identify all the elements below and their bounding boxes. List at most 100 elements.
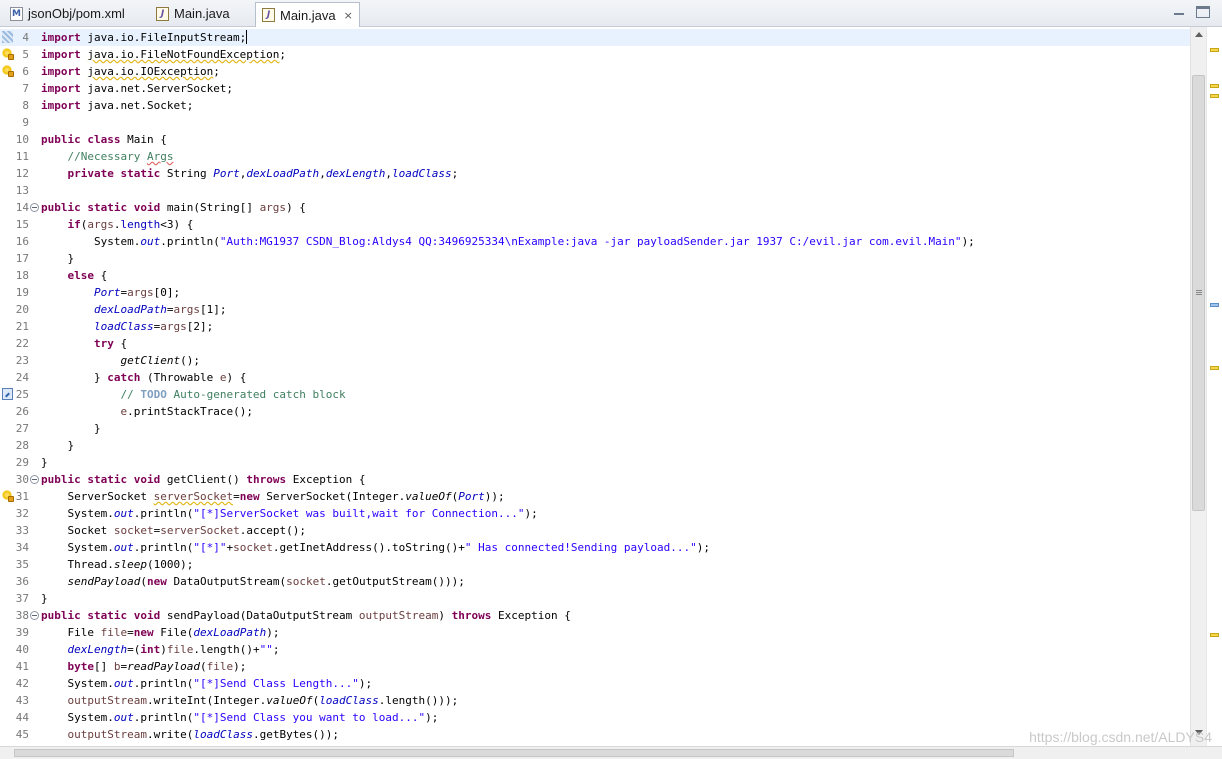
code-token: System. <box>41 677 114 690</box>
code-line[interactable]: 12 private static String Port,dexLoadPat… <box>0 165 1190 182</box>
code-text: System.out.println("[*]Send Class you wa… <box>41 709 438 726</box>
code-line[interactable]: 13 <box>0 182 1190 199</box>
code-text: import java.net.ServerSocket; <box>41 80 233 97</box>
vertical-scrollbar[interactable] <box>1190 27 1206 746</box>
close-tab-icon[interactable]: × <box>344 9 353 22</box>
code-token: File( <box>153 626 194 639</box>
code-line[interactable]: 18 else { <box>0 267 1190 284</box>
code-line[interactable]: 41 byte[] b=readPayload(file); <box>0 658 1190 675</box>
code-line[interactable]: 38 public static void sendPayload(DataOut… <box>0 607 1190 624</box>
warning-marker-icon[interactable] <box>1210 633 1219 637</box>
code-line[interactable]: 7 import java.net.ServerSocket; <box>0 80 1190 97</box>
code-line[interactable]: 23 getClient(); <box>0 352 1190 369</box>
code-line[interactable]: 44 System.out.println("[*]Send Class you… <box>0 709 1190 726</box>
change-marker-icon[interactable] <box>2 31 13 43</box>
maximize-button[interactable] <box>1196 6 1210 18</box>
code-line[interactable]: 20 dexLoadPath=args[1]; <box>0 301 1190 318</box>
code-line[interactable]: 25 // TODO Auto-generated catch block <box>0 386 1190 403</box>
code-text: outputStream.write(loadClass.getBytes())… <box>41 726 340 743</box>
fold-toggle-icon[interactable] <box>30 203 39 212</box>
code-token: sendPayload(DataOutputStream <box>166 609 359 622</box>
code-line[interactable]: 30 public static void getClient() throws … <box>0 471 1190 488</box>
code-text: System.out.println("Auth:MG1937 CSDN_Blo… <box>41 233 975 250</box>
code-token: out <box>140 235 161 248</box>
code-line[interactable]: 42 System.out.println("[*]Send Class Len… <box>0 675 1190 692</box>
tab-main-java-1[interactable]: J Main.java <box>150 2 236 25</box>
tab-main-java-active[interactable]: J Main.java × <box>255 2 360 27</box>
code-line[interactable]: 19 Port=args[0]; <box>0 284 1190 301</box>
tab-pom-xml[interactable]: M jsonObj/pom.xml <box>4 2 131 25</box>
code-token: class <box>87 133 128 146</box>
code-line[interactable]: 29} <box>0 454 1190 471</box>
code-token: out <box>113 711 134 724</box>
code-line[interactable]: 21 loadClass=args[2]; <box>0 318 1190 335</box>
code-line[interactable]: 15 if(args.length<3) { <box>0 216 1190 233</box>
line-number: 14 <box>15 201 29 214</box>
quick-fix-warning-icon[interactable] <box>2 48 14 60</box>
code-line[interactable]: 43 outputStream.writeInt(Integer.valueOf… <box>0 692 1190 709</box>
horizontal-scrollbar[interactable] <box>0 746 1222 759</box>
line-number: 45 <box>15 728 29 741</box>
code-line[interactable]: 16 System.out.println("Auth:MG1937 CSDN_… <box>0 233 1190 250</box>
code-line[interactable]: 28 } <box>0 437 1190 454</box>
code-line[interactable]: 40 dexLength=(int)file.length()+""; <box>0 641 1190 658</box>
code-line[interactable]: 31 ServerSocket serverSocket=new ServerS… <box>0 488 1190 505</box>
code-line[interactable]: 24 } catch (Throwable e) { <box>0 369 1190 386</box>
code-line[interactable]: 22 try { <box>0 335 1190 352</box>
horizontal-scrollbar-thumb[interactable] <box>14 749 1014 757</box>
code-token: throws <box>451 609 492 622</box>
code-token: String <box>166 167 214 180</box>
warning-marker-icon[interactable] <box>1210 366 1219 370</box>
code-editor[interactable]: 4 import java.io.FileInputStream; 5 import … <box>0 27 1222 746</box>
code-token: ; <box>451 167 459 180</box>
code-line[interactable]: 14 public static void main(String[] args)… <box>0 199 1190 216</box>
code-line[interactable]: 4 import java.io.FileInputStream; <box>0 29 1190 46</box>
code-line[interactable]: 11 //Necessary Args <box>0 148 1190 165</box>
code-token: )); <box>484 490 505 503</box>
code-token: ); <box>266 626 280 639</box>
fold-toggle-icon[interactable] <box>30 611 39 620</box>
code-token: [0]; <box>153 286 181 299</box>
code-line[interactable]: 10 public class Main { <box>0 131 1190 148</box>
code-line[interactable]: 5 import java.io.FileNotFoundException; <box>0 46 1190 63</box>
warning-marker-icon[interactable] <box>1210 94 1219 98</box>
code-token: = <box>127 626 134 639</box>
code-token: dexLoadPath <box>246 167 320 180</box>
code-line[interactable]: 9 <box>0 114 1190 131</box>
code-token: .write( <box>146 728 194 741</box>
scrollbar-thumb[interactable] <box>1192 75 1205 511</box>
code-line[interactable]: 8 import java.net.Socket; <box>0 97 1190 114</box>
minimize-button[interactable] <box>1172 6 1186 18</box>
code-token: } <box>41 422 101 435</box>
scroll-up-icon[interactable] <box>1195 32 1203 37</box>
code-line[interactable]: 34 System.out.println("[*]"+socket.getIn… <box>0 539 1190 556</box>
task-marker-icon[interactable] <box>2 388 13 400</box>
code-line[interactable]: 36 sendPayload(new DataOutputStream(sock… <box>0 573 1190 590</box>
code-text: try { <box>41 335 127 352</box>
code-line[interactable]: 35 Thread.sleep(1000); <box>0 556 1190 573</box>
code-line[interactable]: 37} <box>0 590 1190 607</box>
quick-fix-warning-icon[interactable] <box>2 65 14 77</box>
code-line[interactable]: 27 } <box>0 420 1190 437</box>
warning-marker-icon[interactable] <box>1210 48 1219 52</box>
fold-toggle-icon[interactable] <box>30 475 39 484</box>
code-text: System.out.println("[*]"+socket.getInetA… <box>41 539 709 556</box>
warning-marker-icon[interactable] <box>1210 84 1219 88</box>
quick-fix-warning-icon[interactable] <box>2 490 14 502</box>
code-line[interactable]: 39 File file=new File(dexLoadPath); <box>0 624 1190 641</box>
code-line[interactable]: 17 } <box>0 250 1190 267</box>
code-line[interactable]: 32 System.out.println("[*]ServerSocket w… <box>0 505 1190 522</box>
code-token: .printStackTrace(); <box>127 405 253 418</box>
code-line[interactable]: 45 outputStream.write(loadClass.getBytes… <box>0 726 1190 743</box>
code-token: out <box>113 541 134 554</box>
overview-ruler[interactable] <box>1206 27 1222 746</box>
code-token: readPayload <box>127 660 200 673</box>
code-text: dexLoadPath=args[1]; <box>41 301 226 318</box>
code-line[interactable]: 33 Socket socket=serverSocket.accept(); <box>0 522 1190 539</box>
code-line[interactable]: 26 e.printStackTrace(); <box>0 403 1190 420</box>
code-line[interactable]: 6 import java.io.IOException; <box>0 63 1190 80</box>
code-text: } <box>41 590 48 607</box>
task-marker-icon[interactable] <box>1210 303 1219 307</box>
